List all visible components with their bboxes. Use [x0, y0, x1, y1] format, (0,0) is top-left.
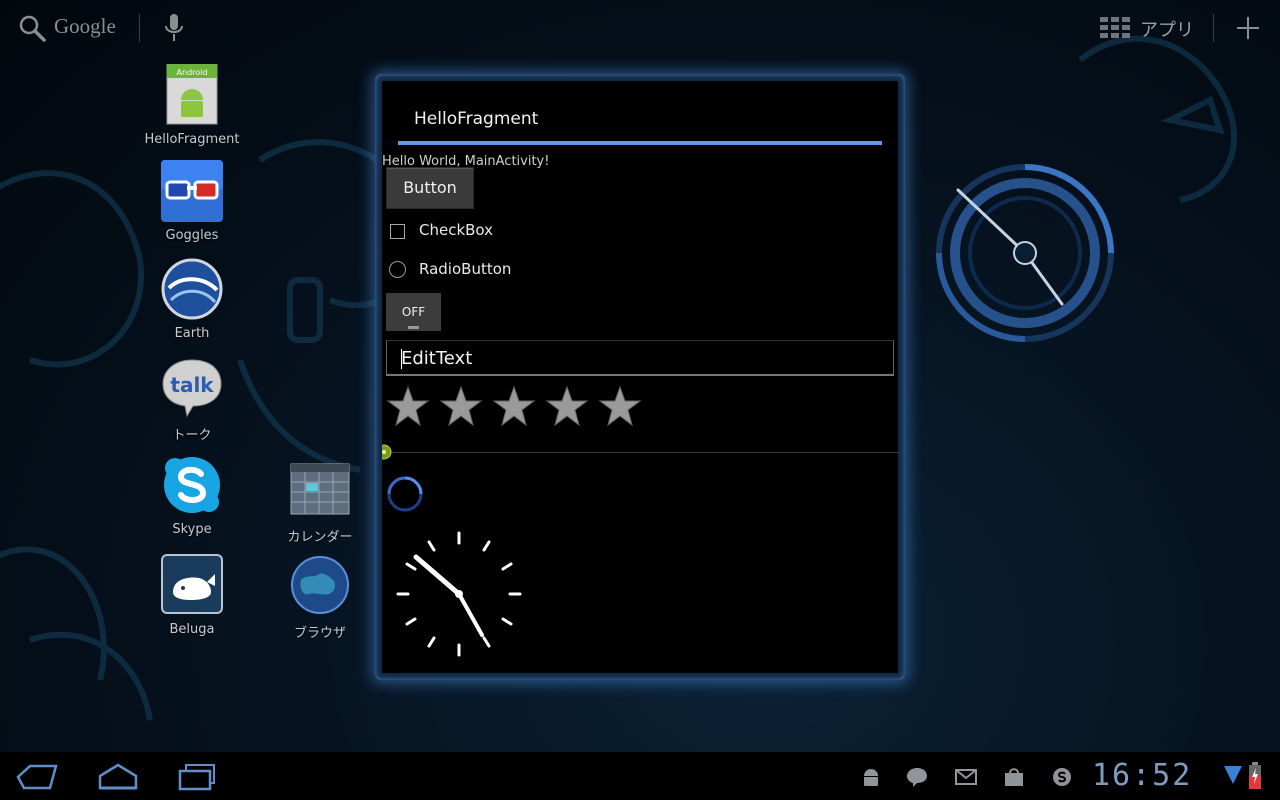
- checkbox[interactable]: [390, 224, 405, 239]
- divider: [139, 14, 140, 42]
- goggles-icon: [161, 160, 223, 222]
- app-beluga[interactable]: Beluga: [137, 554, 247, 637]
- button[interactable]: Button: [386, 167, 474, 209]
- talk-icon: talk: [161, 356, 223, 418]
- star-icon[interactable]: [545, 384, 589, 428]
- android-icon[interactable]: [860, 766, 882, 788]
- star-icon[interactable]: [492, 384, 536, 428]
- progress-spinner: [387, 476, 423, 512]
- calendar-icon: [289, 458, 351, 520]
- app-label: カレンダー: [287, 530, 353, 545]
- apps-grid-icon[interactable]: [1100, 17, 1132, 39]
- wifi-icon[interactable]: [1222, 764, 1244, 786]
- market-icon[interactable]: [1003, 766, 1025, 788]
- app-goggles[interactable]: Goggles: [137, 160, 247, 243]
- edit-text-field[interactable]: EditText: [386, 340, 894, 376]
- star-icon[interactable]: [598, 384, 642, 428]
- home-icon[interactable]: [96, 762, 140, 792]
- rating-bar[interactable]: [386, 384, 646, 428]
- app-calendar[interactable]: カレンダー: [265, 458, 375, 545]
- hellofragment-window: HelloFragment Hello World, MainActivity!…: [375, 74, 905, 680]
- app-label: Skype: [172, 522, 212, 537]
- radio-button-label[interactable]: RadioButton: [419, 260, 511, 278]
- top-bar: Google アプリ: [0, 0, 1280, 56]
- seek-bar-thumb[interactable]: [382, 444, 392, 460]
- radio-button[interactable]: [389, 261, 406, 278]
- mic-icon[interactable]: [162, 12, 186, 44]
- status-clock[interactable]: 16:52: [1092, 758, 1192, 793]
- checkbox-label[interactable]: CheckBox: [419, 221, 493, 239]
- text-caret: [401, 349, 402, 369]
- app-hellofragment[interactable]: Android HelloFragment: [137, 63, 247, 147]
- edit-text-value: EditText: [401, 348, 473, 369]
- android-app-icon: Android: [161, 63, 223, 126]
- android-icon-text: Android: [177, 68, 208, 77]
- app-browser[interactable]: ブラウザ: [265, 554, 375, 641]
- window-title: HelloFragment: [414, 109, 539, 129]
- system-bar: 16:52: [0, 752, 1280, 800]
- window-content: HelloFragment Hello World, MainActivity!…: [382, 81, 898, 673]
- recent-apps-icon[interactable]: [176, 762, 218, 792]
- analog-clock: [396, 531, 522, 657]
- skype-icon[interactable]: [1051, 766, 1073, 788]
- talk-icon[interactable]: [906, 766, 928, 788]
- talk-icon-text: talk: [170, 373, 214, 397]
- app-label: HelloFragment: [144, 132, 240, 147]
- earth-icon: [161, 258, 223, 320]
- title-divider: [398, 141, 882, 145]
- back-icon[interactable]: [16, 762, 58, 792]
- app-label: Earth: [174, 326, 210, 341]
- browser-icon: [289, 554, 351, 616]
- battery-icon[interactable]: [1248, 762, 1262, 790]
- google-search-label[interactable]: Google: [54, 14, 116, 39]
- app-talk[interactable]: talk トーク: [137, 356, 247, 443]
- search-icon[interactable]: [18, 14, 46, 42]
- toggle-button[interactable]: OFF: [386, 293, 441, 331]
- app-earth[interactable]: Earth: [137, 258, 247, 341]
- seek-bar-track[interactable]: [382, 452, 898, 453]
- apps-label[interactable]: アプリ: [1140, 16, 1194, 42]
- app-label: トーク: [172, 428, 212, 443]
- app-label: Goggles: [165, 228, 219, 243]
- clock-widget[interactable]: [930, 158, 1120, 348]
- app-skype[interactable]: Skype: [137, 454, 247, 537]
- app-label: Beluga: [169, 622, 215, 637]
- gmail-icon[interactable]: [955, 766, 977, 788]
- star-icon[interactable]: [386, 384, 430, 428]
- skype-icon: [161, 454, 223, 516]
- star-icon[interactable]: [439, 384, 483, 428]
- divider: [1213, 14, 1214, 42]
- beluga-icon: [161, 554, 223, 616]
- app-label: ブラウザ: [293, 626, 346, 641]
- add-icon[interactable]: [1234, 14, 1262, 42]
